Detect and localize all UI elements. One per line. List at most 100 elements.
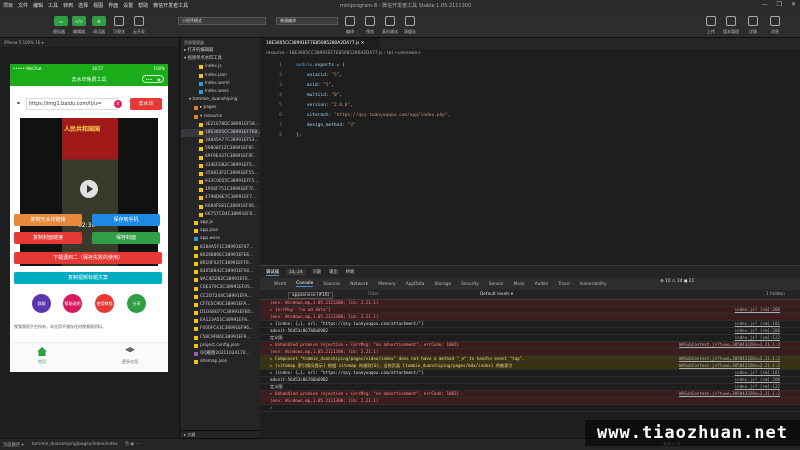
tree-item[interactable]: app.js — [181, 219, 260, 227]
real-debug-icon[interactable] — [385, 16, 395, 26]
console-row[interactable]: ▸ {index: {…}, url: "https://qsy.tuanyuq… — [260, 370, 800, 377]
clear-input-icon[interactable]: × — [114, 100, 122, 108]
console-row[interactable]: (env: Windows,mp,1.05.2111300; lib: 2.21… — [260, 398, 800, 405]
tree-item[interactable]: ▾ tommie_duanshiping — [181, 96, 260, 104]
tree-item[interactable]: 8AC4D2B2C38991EF0... — [181, 276, 260, 284]
close-icon[interactable]: ✕ — [791, 1, 796, 8]
menu-item[interactable]: 项目 — [3, 2, 13, 9]
console-row[interactable]: ▸ Unhandled promise rejection ▸ {errMsg:… — [260, 391, 800, 398]
console-source-link[interactable]: index.js? [sm]:181 — [735, 321, 780, 327]
page-path-label[interactable]: 页面路径 ▾ — [3, 442, 24, 448]
console-row[interactable]: (env: Windows,mp,1.05.2111300; lib: 2.21… — [260, 349, 800, 356]
tree-item[interactable]: sitemap.json — [181, 358, 260, 366]
console-output[interactable]: (env: Windows,mp,1.05.2111300; lib: 2.21… — [260, 300, 800, 438]
messages-icon[interactable] — [770, 16, 780, 26]
context-select[interactable]: appservice (#16) — [288, 292, 334, 299]
tree-item[interactable]: project.config.json — [181, 342, 260, 350]
console-source-link[interactable]: WASubContext.js?t=we…305843328v=2.21.1:2 — [679, 363, 780, 369]
tree-item[interactable]: 18E3605CC38991EF7E8... — [181, 128, 260, 138]
tree-item[interactable]: 8026880EC38991EFE6... — [181, 252, 260, 260]
play-icon[interactable] — [80, 180, 98, 198]
save-cover-button[interactable]: 保存封面 — [92, 232, 160, 244]
tree-item[interactable]: D1D68077C38991EFB0... — [181, 309, 260, 317]
tree-item[interactable]: 4798D6E7C38991EF7... — [181, 194, 260, 202]
devtools-tab[interactable]: Vulnerability — [580, 282, 607, 287]
tree-item[interactable]: index.js — [181, 63, 260, 71]
menu-item[interactable]: 编辑 — [33, 2, 43, 9]
url-input[interactable]: https://img1.baidu.com/it/u= — [26, 98, 118, 110]
tree-item[interactable]: 34845A77C38991EF53... — [181, 137, 260, 145]
tree-item[interactable]: 933C0055C38991EFF5... — [181, 178, 260, 186]
tutorial-button[interactable]: 使用教程 — [95, 294, 114, 313]
menu-item[interactable]: 工具 — [48, 2, 58, 9]
issue-counts[interactable]: ⊗ 10 ⚠ 24 ◼ 21 — [660, 279, 694, 284]
visual-icon[interactable] — [114, 16, 124, 26]
console-source-link[interactable]: index.js? [sm]:206 — [735, 307, 780, 313]
menu-item[interactable]: 界面 — [108, 2, 118, 9]
preview-icon[interactable] — [365, 16, 375, 26]
menu-item[interactable]: 微信开发者工具 — [153, 2, 188, 9]
compile-icon[interactable] — [345, 16, 355, 26]
console-row[interactable]: ▸ [sitemap 索引情况提示] 根据 sitemap 的规则[0]，当前页… — [260, 363, 800, 370]
devtools-tab[interactable]: Trace — [558, 282, 569, 287]
console-source-link[interactable]: index.js? [sm]:122 — [735, 335, 780, 341]
tab-home[interactable]: 首页 — [22, 347, 62, 365]
outline-section[interactable]: ▸ 大纲 — [181, 430, 260, 438]
code-editor[interactable]: 1 module. exports = {2 uniacid: "5", 3 acid… — [260, 60, 800, 260]
debug-tab[interactable]: 调试器 — [266, 269, 279, 276]
maximize-icon[interactable]: ❐ — [777, 1, 782, 8]
console-row[interactable]: ▸ Unhandled promise rejection ▸ {errMsg:… — [260, 342, 800, 349]
tree-item[interactable]: ▸ 打开的编辑器 — [181, 47, 260, 55]
console-row[interactable]: ▸ {errMsg: "no ad data"} index.js? [sm]:2… — [260, 307, 800, 314]
copy-title-button[interactable]: 复制视频标题文案 — [14, 272, 162, 284]
devtools-tab[interactable]: Security — [461, 282, 479, 287]
devtools-tab[interactable]: Mock — [514, 282, 525, 287]
tree-item[interactable]: CFFE5C90C38991EFA... — [181, 301, 260, 309]
menu-item[interactable]: 设置 — [123, 2, 133, 9]
devtools-tab[interactable]: Wxml — [274, 282, 286, 287]
console-source-link[interactable]: index.js? [sm]:208 — [735, 328, 780, 334]
console-row[interactable]: ▸ {index: {…}, url: "https://qsy.tuanyuq… — [260, 321, 800, 328]
console-row[interactable]: 定义图 index.js? [sm]:122 — [260, 335, 800, 342]
devtools-tab[interactable]: Memory — [378, 282, 395, 287]
upload-icon[interactable] — [706, 16, 716, 26]
tree-item[interactable]: F58C9FB6C38991EF9... — [181, 334, 260, 342]
remove-watermark-button[interactable]: 去水印 — [130, 98, 162, 110]
tree-item[interactable]: 1956F751C38991EF7F... — [181, 186, 260, 194]
copy-cover-link-button[interactable]: 复制封面链接 — [14, 232, 82, 244]
devtools-tab[interactable]: AppData — [406, 282, 425, 287]
tree-item[interactable]: CC2D7244C38991EFA... — [181, 293, 260, 301]
console-row[interactable]: 定义图 index.js? [sm]:122 — [260, 384, 800, 391]
editor-toggle-button[interactable]: </> — [72, 16, 86, 26]
simulator-toggle-button[interactable]: ▭ — [54, 16, 68, 26]
tree-item[interactable]: 334EFD82C38991EF5... — [181, 162, 260, 170]
devtools-tab[interactable]: Network — [350, 282, 368, 287]
tree-item[interactable]: 3E21078DC38991EF58... — [181, 121, 260, 129]
menu-item[interactable]: 文件 — [18, 2, 28, 9]
console-source-link[interactable]: WASubContext.js?t=we…305843328v=2.21.1:2 — [679, 356, 780, 362]
mode-select[interactable]: 小程序模式 — [178, 17, 266, 25]
tree-item[interactable]: app.wxss — [181, 235, 260, 243]
cloud-icon[interactable] — [134, 16, 144, 26]
tree-item[interactable]: 6084FE81C38991EF06... — [181, 203, 260, 211]
status-icons[interactable]: ⎘ ◉ ⋯ — [126, 442, 140, 447]
tree-item[interactable]: 8184A5F1C38991EF07... — [181, 244, 260, 252]
group-chat-button[interactable]: 群聊 — [32, 294, 51, 313]
share-button[interactable]: 分享 — [127, 294, 146, 313]
simulator-device-select[interactable]: iPhone 5 100% 16 ▾ — [0, 38, 180, 47]
capsule-menu[interactable]: ••• ◉ — [142, 75, 164, 83]
devtools-tab[interactable]: Audits — [535, 282, 549, 287]
tree-item[interactable]: 8610F437C38991EFF0... — [181, 260, 260, 268]
tree-item[interactable]: app.json — [181, 227, 260, 235]
tree-item[interactable]: C6E379C2C38991EF05... — [181, 284, 260, 292]
log-levels-select[interactable]: Default levels ▾ — [480, 292, 513, 297]
tree-item[interactable]: index.wxss — [181, 88, 260, 96]
tree-item[interactable]: index.wxml — [181, 80, 260, 88]
devtools-tab[interactable]: Console — [296, 281, 314, 287]
console-source-link[interactable]: index.js? [sm]:208 — [735, 377, 780, 383]
debug-tab[interactable]: 问题 — [313, 269, 322, 275]
tree-item[interactable]: 356813F2C38991EF55... — [181, 170, 260, 178]
menu-item[interactable]: 视图 — [93, 2, 103, 9]
tree-item[interactable]: index.json — [181, 72, 260, 80]
details-icon[interactable] — [748, 16, 758, 26]
